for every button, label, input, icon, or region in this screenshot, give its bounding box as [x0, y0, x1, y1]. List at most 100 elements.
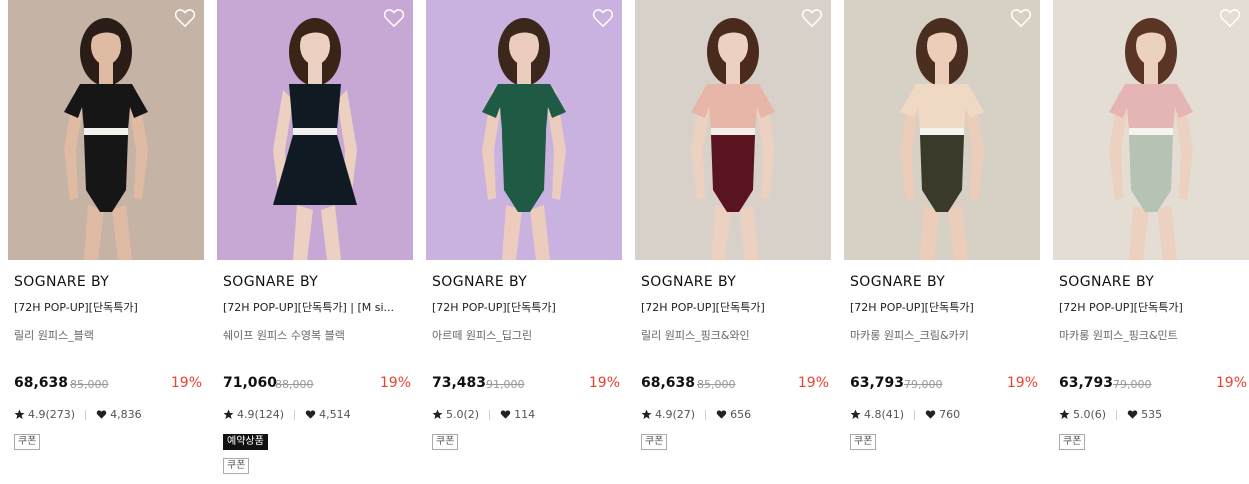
sale-price: 73,483	[432, 375, 487, 391]
wishlist-heart-icon[interactable]	[383, 8, 405, 28]
likes-count: 4,514	[319, 408, 351, 421]
product-title[interactable]: [72H POP-UP][단독특가]	[14, 299, 204, 315]
product-title[interactable]: [72H POP-UP][단독특가]	[850, 299, 1040, 315]
star-icon	[432, 409, 443, 420]
rating-likes: 5.0(6) 535	[1059, 408, 1162, 421]
discount-rate: 19%	[170, 375, 202, 391]
brand-name[interactable]: SOGNARE BY	[850, 274, 945, 290]
product-image[interactable]	[8, 0, 204, 260]
product-subtitle[interactable]: 마카롱 원피스_핑크&민트	[1059, 327, 1178, 343]
original-price: 91,000	[486, 378, 525, 391]
star-icon	[850, 409, 861, 420]
product-card[interactable]: SOGNARE BY [72H POP-UP][단독특가] 아르떼 원피스_딥그…	[426, 0, 622, 484]
heart-filled-icon	[925, 409, 936, 420]
brand-name[interactable]: SOGNARE BY	[223, 274, 318, 290]
product-photo	[217, 0, 413, 260]
wishlist-heart-icon[interactable]	[1219, 8, 1241, 28]
product-card[interactable]: SOGNARE BY [72H POP-UP][단독특가] 릴리 원피스_블랙 …	[8, 0, 204, 484]
original-price: 88,000	[275, 378, 314, 391]
rating-value: 4.9(124)	[237, 408, 285, 421]
divider	[705, 409, 707, 420]
likes-count: 656	[730, 408, 752, 421]
product-image[interactable]	[844, 0, 1040, 260]
likes-count: 114	[514, 408, 536, 421]
product-photo	[8, 0, 204, 260]
product-card[interactable]: SOGNARE BY [72H POP-UP][단독특가] 마카롱 원피스_핑크…	[1053, 0, 1249, 484]
sale-price: 68,638	[641, 375, 696, 391]
sale-price: 63,793	[850, 375, 905, 391]
product-grid: SOGNARE BY [72H POP-UP][단독특가] 릴리 원피스_블랙 …	[0, 0, 1249, 484]
reserve-badge: 예약상품	[223, 434, 268, 450]
coupon-badge: 쿠폰	[14, 434, 41, 450]
heart-filled-icon	[716, 409, 727, 420]
brand-name[interactable]: SOGNARE BY	[14, 274, 109, 290]
rating-value: 4.9(273)	[28, 408, 76, 421]
product-subtitle[interactable]: 쉐이프 원피스 수영복 블랙	[223, 327, 345, 343]
product-photo	[635, 0, 831, 260]
rating-likes: 4.9(273) 4,836	[14, 408, 142, 421]
coupon-badge: 쿠폰	[432, 434, 459, 450]
product-image[interactable]	[635, 0, 831, 260]
product-title[interactable]: [72H POP-UP][단독특가]	[432, 299, 622, 315]
rating-likes: 4.8(41) 760	[850, 408, 960, 421]
wishlist-heart-icon[interactable]	[801, 8, 823, 28]
original-price: 85,000	[70, 378, 109, 391]
product-title[interactable]: [72H POP-UP][단독특가]	[641, 299, 831, 315]
star-icon	[641, 409, 652, 420]
rating-value: 5.0(2)	[446, 408, 480, 421]
original-price: 85,000	[697, 378, 736, 391]
rating-likes: 4.9(27) 656	[641, 408, 751, 421]
sale-price: 63,793	[1059, 375, 1114, 391]
product-image[interactable]	[1053, 0, 1249, 260]
heart-filled-icon	[305, 409, 316, 420]
product-photo	[844, 0, 1040, 260]
star-icon	[1059, 409, 1070, 420]
likes-count: 535	[1141, 408, 1163, 421]
sale-price: 71,060	[223, 375, 278, 391]
product-card[interactable]: SOGNARE BY [72H POP-UP][단독특가] 마카롱 원피스_크림…	[844, 0, 1040, 484]
rating-likes: 4.9(124) 4,514	[223, 408, 351, 421]
divider	[1116, 409, 1118, 420]
divider	[294, 409, 296, 420]
rating-likes: 5.0(2) 114	[432, 408, 535, 421]
discount-rate: 19%	[1006, 375, 1038, 391]
brand-name[interactable]: SOGNARE BY	[432, 274, 527, 290]
coupon-badge: 쿠폰	[641, 434, 668, 450]
wishlist-heart-icon[interactable]	[1010, 8, 1032, 28]
product-title[interactable]: [72H POP-UP][단독특가] | [M si...	[223, 299, 413, 315]
product-subtitle[interactable]: 릴리 원피스_블랙	[14, 327, 94, 343]
heart-filled-icon	[96, 409, 107, 420]
product-image[interactable]	[426, 0, 622, 260]
coupon-badge: 쿠폰	[223, 458, 250, 474]
divider	[914, 409, 916, 420]
wishlist-heart-icon[interactable]	[592, 8, 614, 28]
original-price: 79,000	[1113, 378, 1152, 391]
product-subtitle[interactable]: 마카롱 원피스_크림&카키	[850, 327, 969, 343]
rating-value: 5.0(6)	[1073, 408, 1107, 421]
sale-price: 68,638	[14, 375, 69, 391]
heart-filled-icon	[500, 409, 511, 420]
brand-name[interactable]: SOGNARE BY	[641, 274, 736, 290]
rating-value: 4.9(27)	[655, 408, 696, 421]
star-icon	[223, 409, 234, 420]
likes-count: 760	[939, 408, 961, 421]
product-subtitle[interactable]: 릴리 원피스_핑크&와인	[641, 327, 750, 343]
star-icon	[14, 409, 25, 420]
rating-value: 4.8(41)	[864, 408, 905, 421]
discount-rate: 19%	[588, 375, 620, 391]
product-title[interactable]: [72H POP-UP][단독특가]	[1059, 299, 1249, 315]
discount-rate: 19%	[379, 375, 411, 391]
coupon-badge: 쿠폰	[850, 434, 877, 450]
product-subtitle[interactable]: 아르떼 원피스_딥그린	[432, 327, 532, 343]
product-photo	[1053, 0, 1249, 260]
product-photo	[426, 0, 622, 260]
heart-filled-icon	[1127, 409, 1138, 420]
product-card[interactable]: SOGNARE BY [72H POP-UP][단독특가] | [M si...…	[217, 0, 413, 484]
brand-name[interactable]: SOGNARE BY	[1059, 274, 1154, 290]
discount-rate: 19%	[797, 375, 829, 391]
discount-rate: 19%	[1215, 375, 1247, 391]
product-card[interactable]: SOGNARE BY [72H POP-UP][단독특가] 릴리 원피스_핑크&…	[635, 0, 831, 484]
wishlist-heart-icon[interactable]	[174, 8, 196, 28]
original-price: 79,000	[904, 378, 943, 391]
product-image[interactable]	[217, 0, 413, 260]
